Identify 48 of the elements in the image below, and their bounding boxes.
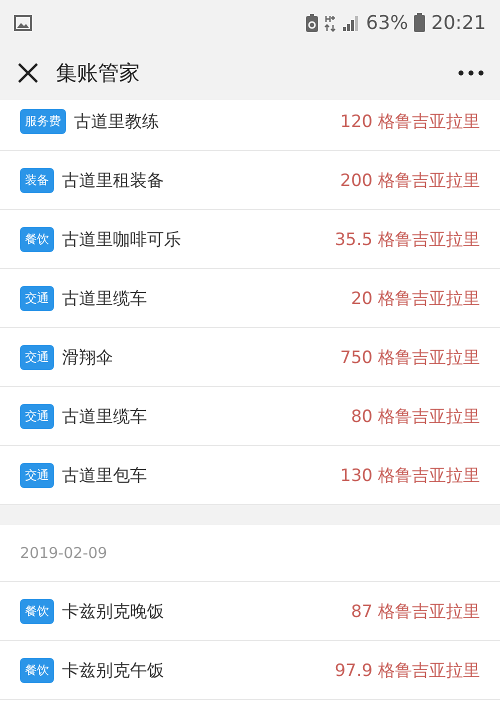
- category-tag: 交通: [20, 404, 54, 428]
- clock: 20:21: [431, 12, 486, 34]
- category-tag: 餐饮: [20, 658, 54, 682]
- expense-name: 古道里包车: [62, 464, 148, 486]
- category-tag: 交通: [20, 344, 54, 370]
- expense-amount: 35.5 格鲁吉亚拉里: [334, 228, 480, 250]
- expense-row[interactable]: 交通 古道里缆车 80 格鲁吉亚拉里: [0, 387, 500, 446]
- expense-row[interactable]: 交通 古道里缆车 20 格鲁吉亚拉里: [0, 269, 500, 328]
- category-tag: 餐饮: [20, 226, 54, 252]
- expense-amount: 200 格鲁吉亚拉里: [340, 170, 480, 192]
- expense-row[interactable]: 装备 古道里租装备 200 格鲁吉亚拉里: [0, 151, 500, 210]
- expense-name: 卡兹别克午饭: [62, 660, 165, 682]
- battery-percent: 63%: [366, 12, 408, 34]
- image-icon: [14, 14, 32, 30]
- category-tag: 装备: [20, 168, 54, 192]
- app-title: 集账管家: [56, 60, 141, 86]
- battery-icon: [414, 13, 426, 32]
- expense-name: 古道里租装备: [62, 170, 165, 192]
- expense-name: 滑翔伞: [62, 346, 114, 368]
- category-tag: 交通: [20, 462, 54, 488]
- expense-row[interactable]: 交通 滑翔伞 750 格鲁吉亚拉里: [0, 328, 500, 387]
- close-button[interactable]: [16, 60, 40, 84]
- expense-amount: 20 格鲁吉亚拉里: [350, 288, 480, 310]
- expense-name: 卡兹别克晚饭: [62, 600, 165, 622]
- more-button[interactable]: [458, 70, 484, 76]
- expense-amount: 97.9 格鲁吉亚拉里: [334, 660, 480, 682]
- category-tag: 服务费: [20, 108, 66, 134]
- signal-icon: [342, 14, 360, 30]
- expense-name: 古道里咖啡可乐: [62, 228, 182, 250]
- expense-amount: 130 格鲁吉亚拉里: [340, 464, 480, 486]
- more-icon: [458, 70, 484, 76]
- expense-row[interactable]: 服务费 古道里教练 120 格鲁吉亚拉里: [0, 100, 500, 151]
- expense-amount: 87 格鲁吉亚拉里: [350, 600, 480, 622]
- expense-amount: 120 格鲁吉亚拉里: [340, 110, 480, 132]
- expense-row[interactable]: 餐饮 卡兹别克晚饭 87 格鲁吉亚拉里: [0, 582, 500, 641]
- expense-name: 古道里缆车: [62, 288, 148, 310]
- expense-name: 古道里教练: [74, 110, 160, 132]
- expense-amount: 80 格鲁吉亚拉里: [350, 406, 480, 428]
- battery-saver-icon: [306, 14, 318, 32]
- network-icon: [324, 14, 336, 32]
- expense-name: 古道里缆车: [62, 406, 148, 428]
- date-header: 2019-02-09: [20, 544, 108, 562]
- expense-row[interactable]: 餐饮 古道里咖啡可乐 35.5 格鲁吉亚拉里: [0, 210, 500, 269]
- category-tag: 餐饮: [20, 598, 54, 624]
- close-icon: [16, 60, 40, 84]
- expense-row[interactable]: 餐饮 卡兹别克午饭 97.9 格鲁吉亚拉里: [0, 641, 500, 700]
- expense-amount: 750 格鲁吉亚拉里: [340, 346, 480, 368]
- category-tag: 交通: [20, 286, 54, 310]
